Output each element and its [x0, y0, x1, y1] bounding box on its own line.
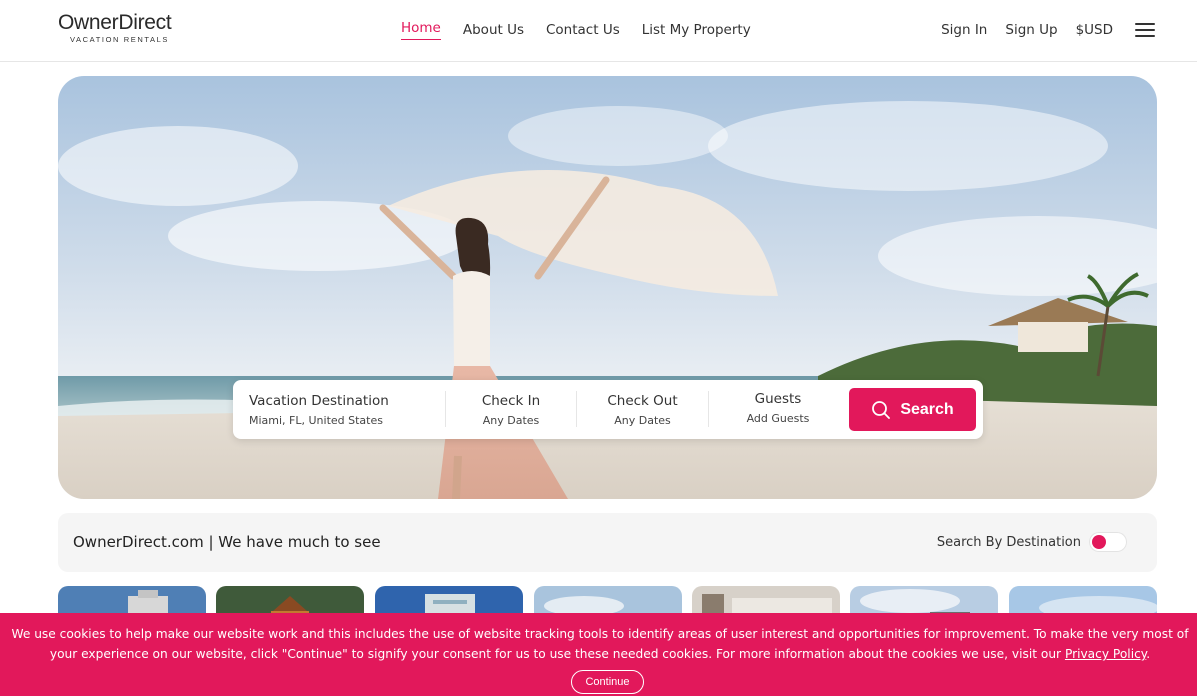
main-nav: Home About Us Contact Us List My Propert… — [401, 20, 751, 40]
cookie-continue-button[interactable]: Continue — [571, 670, 644, 694]
destination-label: Vacation Destination — [249, 393, 389, 409]
destination-field[interactable]: Vacation Destination Miami, FL, United S… — [249, 380, 444, 439]
hero-banner: Vacation Destination Miami, FL, United S… — [58, 76, 1157, 499]
site-header: OwnerDirect VACATION RENTALS Home About … — [0, 0, 1197, 62]
cookie-message: We use cookies to help make our website … — [10, 624, 1190, 664]
search-icon — [872, 400, 891, 419]
hamburger-menu-icon[interactable] — [1135, 22, 1155, 38]
logo-main-text: OwnerDirect — [58, 11, 172, 34]
check-in-label: Check In — [481, 393, 541, 409]
toggle-label: Search By Destination — [936, 534, 1081, 550]
page: OwnerDirect VACATION RENTALS Home About … — [0, 0, 1197, 696]
guests-label: Guests — [754, 391, 802, 407]
cookie-banner: We use cookies to help make our website … — [0, 613, 1197, 696]
check-in-value: Any Dates — [482, 414, 540, 427]
sign-up-link[interactable]: Sign Up — [1005, 20, 1057, 40]
check-out-field[interactable]: Check Out Any Dates — [577, 380, 708, 439]
nav-contact-us[interactable]: Contact Us — [546, 20, 620, 40]
destination-value: Miami, FL, United States — [249, 414, 383, 427]
search-by-destination-toggle-group: Search By Destination — [937, 532, 1127, 552]
guests-value: Add Guests — [746, 412, 810, 425]
search-by-destination-toggle[interactable] — [1089, 532, 1127, 552]
nav-list-my-property[interactable]: List My Property — [642, 20, 751, 40]
check-out-label: Check Out — [607, 393, 678, 409]
account-nav: Sign In Sign Up $USD — [941, 20, 1155, 40]
search-button[interactable]: Search — [849, 388, 976, 431]
cookie-message-end: . — [1146, 647, 1151, 661]
search-button-label: Search — [900, 400, 954, 418]
search-bar: Vacation Destination Miami, FL, United S… — [233, 380, 983, 439]
nav-home[interactable]: Home — [401, 20, 441, 40]
guests-field[interactable]: Guests Add Guests — [710, 380, 846, 439]
section-title: OwnerDirect.com | We have much to see — [73, 533, 381, 551]
divider — [708, 391, 709, 427]
info-strip: OwnerDirect.com | We have much to see Se… — [58, 513, 1157, 572]
logo[interactable]: OwnerDirect VACATION RENTALS — [58, 11, 188, 45]
check-in-field[interactable]: Check In Any Dates — [446, 380, 576, 439]
cookie-message-text: We use cookies to help make our website … — [11, 627, 1189, 661]
toggle-knob — [1092, 535, 1106, 549]
privacy-policy-link[interactable]: Privacy Policy — [1065, 647, 1146, 661]
logo-sub-text: VACATION RENTALS — [70, 35, 169, 44]
currency-selector[interactable]: $USD — [1076, 20, 1113, 40]
nav-about-us[interactable]: About Us — [463, 20, 524, 40]
check-out-value: Any Dates — [614, 414, 671, 427]
sign-in-link[interactable]: Sign In — [941, 20, 987, 40]
